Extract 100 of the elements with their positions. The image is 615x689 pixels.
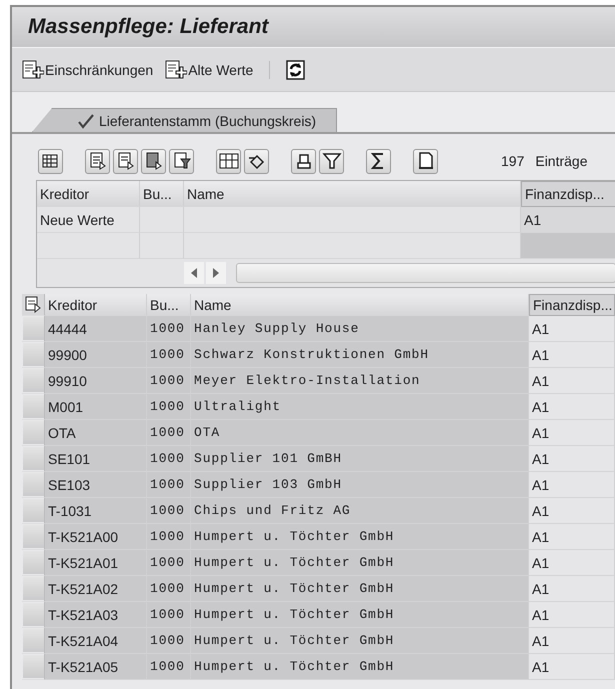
table-cell: 1000 xyxy=(147,446,191,472)
table-cell: 1000 xyxy=(147,342,191,368)
table-cell: 1000 xyxy=(147,498,191,524)
table-cell: A1 xyxy=(529,420,615,446)
table-cell: T-K521A03 xyxy=(45,602,147,628)
table-cell: T-K521A04 xyxy=(45,628,147,654)
old-values-button[interactable]: Alte Werte xyxy=(165,60,254,79)
table-cell: SE101 xyxy=(45,446,147,472)
table-cell: A1 xyxy=(529,498,615,524)
tab[interactable]: Lieferantenstamm (Buchungskreis) xyxy=(32,108,338,132)
table-cell: 1000 xyxy=(147,420,191,446)
scroll-right-button[interactable] xyxy=(206,262,226,284)
table-cell: Humpert u. Töchter GmbH xyxy=(191,550,529,576)
right-arrow-icon xyxy=(212,267,220,279)
row-selector[interactable] xyxy=(22,447,44,470)
table-cell: Ultralight xyxy=(191,394,529,420)
refresh-button[interactable] xyxy=(286,60,306,80)
column-header[interactable]: Name xyxy=(191,294,529,316)
list-button[interactable] xyxy=(141,148,166,174)
table-cell: A1 xyxy=(529,576,615,602)
document-button[interactable] xyxy=(413,148,438,174)
document-plus-icon xyxy=(165,60,188,79)
sum-button[interactable] xyxy=(366,148,391,174)
document-plus-icon xyxy=(22,60,44,79)
table-cell: SE103 xyxy=(45,472,147,498)
row-selector[interactable] xyxy=(22,395,44,418)
table-cell: 1000 xyxy=(147,654,191,680)
row-selector[interactable] xyxy=(22,629,44,652)
table-cell: 1000 xyxy=(147,394,191,420)
table-cell: Humpert u. Töchter GmbH xyxy=(191,654,529,680)
table-cell: 1000 xyxy=(147,550,191,576)
scroll-left-button[interactable] xyxy=(184,262,204,284)
table-cell: Neue Werte xyxy=(37,207,140,233)
table-cell: A1 xyxy=(529,654,615,680)
print-button[interactable] xyxy=(291,148,316,174)
row-selector[interactable] xyxy=(22,499,44,522)
row-selector[interactable] xyxy=(22,343,44,366)
row-selector[interactable] xyxy=(22,525,44,548)
table-cell: Humpert u. Töchter GmbH xyxy=(191,576,529,602)
table-cell: Meyer Elektro-Installation xyxy=(191,368,529,394)
row-selector[interactable] xyxy=(22,655,44,678)
table-cell: A1 xyxy=(529,446,615,472)
table-cell: 1000 xyxy=(147,576,191,602)
table-cell: 1000 xyxy=(147,472,191,498)
columns-button[interactable] xyxy=(216,148,241,174)
table-cell: A1 xyxy=(529,342,615,368)
table-cell: Humpert u. Töchter GmbH xyxy=(191,524,529,550)
column-header[interactable]: Finanzdisp... xyxy=(521,181,615,207)
table-cell: 1000 xyxy=(147,524,191,550)
table-cell: A1 xyxy=(529,524,615,550)
filter-button[interactable] xyxy=(319,148,344,174)
window-title: Massenpflege: Lieferant xyxy=(28,15,268,39)
row-selector[interactable] xyxy=(22,603,44,626)
list-button[interactable] xyxy=(85,148,110,174)
table-cell: OTA xyxy=(191,420,529,446)
entry-count: 197 xyxy=(501,153,524,169)
entry-count-label: Einträge xyxy=(535,153,588,169)
table-cell: Supplier 103 GmbH xyxy=(191,472,529,498)
table-cell: Hanley Supply House xyxy=(191,316,529,342)
table-cell: A1 xyxy=(529,602,615,628)
list-button[interactable] xyxy=(113,148,138,174)
checkmark-icon xyxy=(77,112,95,128)
table-cell: 44444 xyxy=(45,316,147,342)
table-cell: A1 xyxy=(529,550,615,576)
filter-list-button[interactable] xyxy=(169,148,194,174)
refresh-icon xyxy=(286,60,306,80)
row-selector[interactable] xyxy=(22,473,44,496)
scrollbar[interactable] xyxy=(236,263,615,283)
table-cell: A1 xyxy=(529,368,615,394)
table-cell: A1 xyxy=(529,316,615,342)
column-header[interactable]: Kreditor xyxy=(45,294,147,316)
row-selector[interactable] xyxy=(22,421,44,444)
table-cell: T-K521A00 xyxy=(45,524,147,550)
table-cell: A1 xyxy=(529,628,615,654)
table-cell: 1000 xyxy=(147,368,191,394)
table-cell: A1 xyxy=(529,472,615,498)
select-all-icon xyxy=(25,296,41,313)
grid-button[interactable] xyxy=(38,148,63,174)
table-cell: 99910 xyxy=(45,368,147,394)
row-selector[interactable] xyxy=(22,551,44,574)
table-cell: Chips und Fritz AG xyxy=(191,498,529,524)
column-header[interactable]: Bu... xyxy=(147,294,191,316)
row-selector[interactable] xyxy=(22,577,44,600)
column-header[interactable]: Kreditor xyxy=(37,181,140,207)
table-cell: T-K521A02 xyxy=(45,576,147,602)
table-cell: Schwarz Konstruktionen GmbH xyxy=(191,342,529,368)
left-arrow-icon xyxy=(190,267,198,279)
table-cell: 1000 xyxy=(147,628,191,654)
column-header[interactable]: Name xyxy=(184,181,521,207)
table-cell: T-1031 xyxy=(45,498,147,524)
table-cell: T-K521A05 xyxy=(45,654,147,680)
column-header[interactable]: Bu... xyxy=(140,181,184,207)
row-selector[interactable] xyxy=(22,369,44,392)
table-cell: A1 xyxy=(529,394,615,420)
restrictions-button[interactable]: Einschränkungen xyxy=(22,60,154,79)
table-cell: T-K521A01 xyxy=(45,550,147,576)
table-cell: 1000 xyxy=(147,316,191,342)
column-header[interactable]: Finanzdisp... xyxy=(529,294,615,316)
row-selector[interactable] xyxy=(22,317,44,340)
table-cell: Humpert u. Töchter GmbH xyxy=(191,628,529,654)
